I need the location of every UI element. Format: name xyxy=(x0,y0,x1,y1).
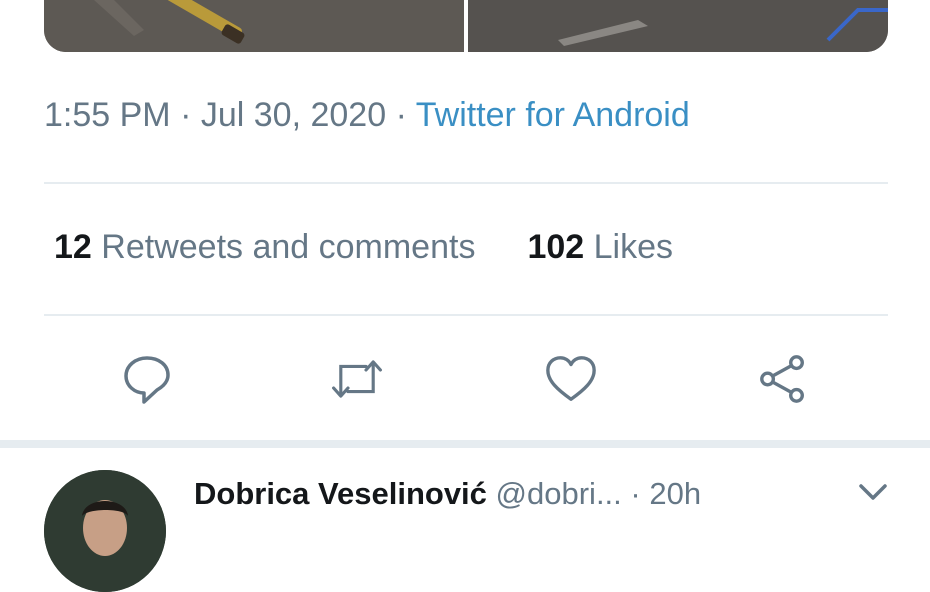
photo-right-content xyxy=(468,0,888,52)
chevron-down-icon[interactable] xyxy=(858,482,888,502)
share-icon xyxy=(760,355,804,403)
reply-icon xyxy=(124,356,170,404)
retweet-button[interactable] xyxy=(330,352,384,406)
tweet-stats: 12 Retweets and comments 102 Likes xyxy=(54,228,673,267)
tweet-timestamp-line: 1:55 PM · Jul 30, 2020 · Twitter for And… xyxy=(44,96,690,135)
divider xyxy=(44,182,888,184)
reply-header: Dobrica Veselinović @dobri... · 20h xyxy=(194,476,701,512)
tweet-action-bar xyxy=(0,352,930,406)
retweets-count: 12 xyxy=(54,228,92,266)
tweet-media[interactable] xyxy=(44,0,888,52)
share-button[interactable] xyxy=(756,352,810,406)
reply-handle[interactable]: @dobri... xyxy=(496,476,622,511)
retweets-stat[interactable]: 12 Retweets and comments xyxy=(54,228,475,267)
retweets-label: Retweets and comments xyxy=(101,228,476,266)
photo-left-content xyxy=(44,0,464,52)
likes-stat[interactable]: 102 Likes xyxy=(527,228,673,267)
reply-tweet[interactable]: Dobrica Veselinović @dobri... · 20h xyxy=(0,448,930,592)
reply-time: 20h xyxy=(649,476,702,511)
tweet-time: 1:55 PM xyxy=(44,96,171,134)
likes-label: Likes xyxy=(593,228,674,266)
likes-count: 102 xyxy=(527,228,585,266)
reply-author-name[interactable]: Dobrica Veselinović xyxy=(194,476,487,511)
meta-separator: · xyxy=(395,96,407,134)
reply-dot: · xyxy=(630,476,641,511)
divider xyxy=(44,314,888,316)
meta-separator: · xyxy=(180,96,192,134)
avatar-image xyxy=(44,470,166,592)
reply-button[interactable] xyxy=(120,352,174,406)
avatar[interactable] xyxy=(44,470,166,592)
tweet-date: Jul 30, 2020 xyxy=(200,96,387,134)
section-separator xyxy=(0,440,930,448)
like-button[interactable] xyxy=(544,352,598,406)
like-icon xyxy=(546,356,596,401)
tweet-source-link[interactable]: Twitter for Android xyxy=(416,96,690,134)
tweet-photo-right[interactable] xyxy=(468,0,888,52)
tweet-photo-left[interactable] xyxy=(44,0,464,52)
retweet-icon xyxy=(332,360,382,398)
